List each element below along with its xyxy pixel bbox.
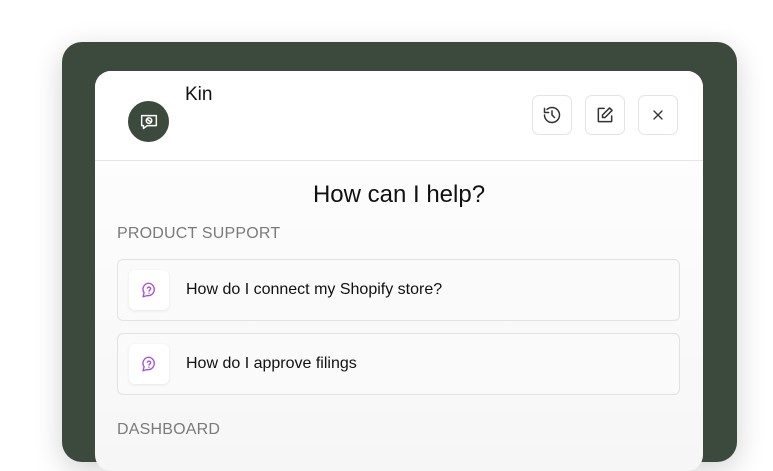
question-icon-container — [129, 344, 169, 384]
assistant-avatar — [128, 101, 169, 142]
assistant-name: Kin — [185, 84, 213, 105]
page-title: How can I help? — [312, 181, 486, 208]
suggestion-label: How do I approve filings — [186, 355, 357, 372]
history-button[interactable] — [532, 95, 572, 135]
suggestion-item[interactable]: How do I connect my Shopify store? — [117, 259, 680, 321]
section-label-dashboard: DASHBOARD — [117, 421, 221, 438]
close-icon — [653, 110, 663, 120]
history-icon — [543, 106, 561, 124]
suggestion-item[interactable]: How do I approve filings — [117, 333, 680, 395]
close-button[interactable] — [638, 95, 678, 135]
question-icon-container — [129, 270, 169, 310]
help-panel: Kin How can I help? PRODUCT SUPPORT How … — [95, 71, 703, 471]
new-chat-button[interactable] — [585, 95, 625, 135]
suggestion-label: How do I connect my Shopify store? — [186, 281, 443, 298]
question-icon — [142, 356, 155, 372]
section-label-product-support: PRODUCT SUPPORT — [117, 225, 281, 242]
edit-icon — [597, 107, 613, 123]
panel-header: Kin — [95, 71, 703, 161]
question-icon — [142, 282, 155, 298]
chat-bubble-icon — [140, 114, 157, 129]
